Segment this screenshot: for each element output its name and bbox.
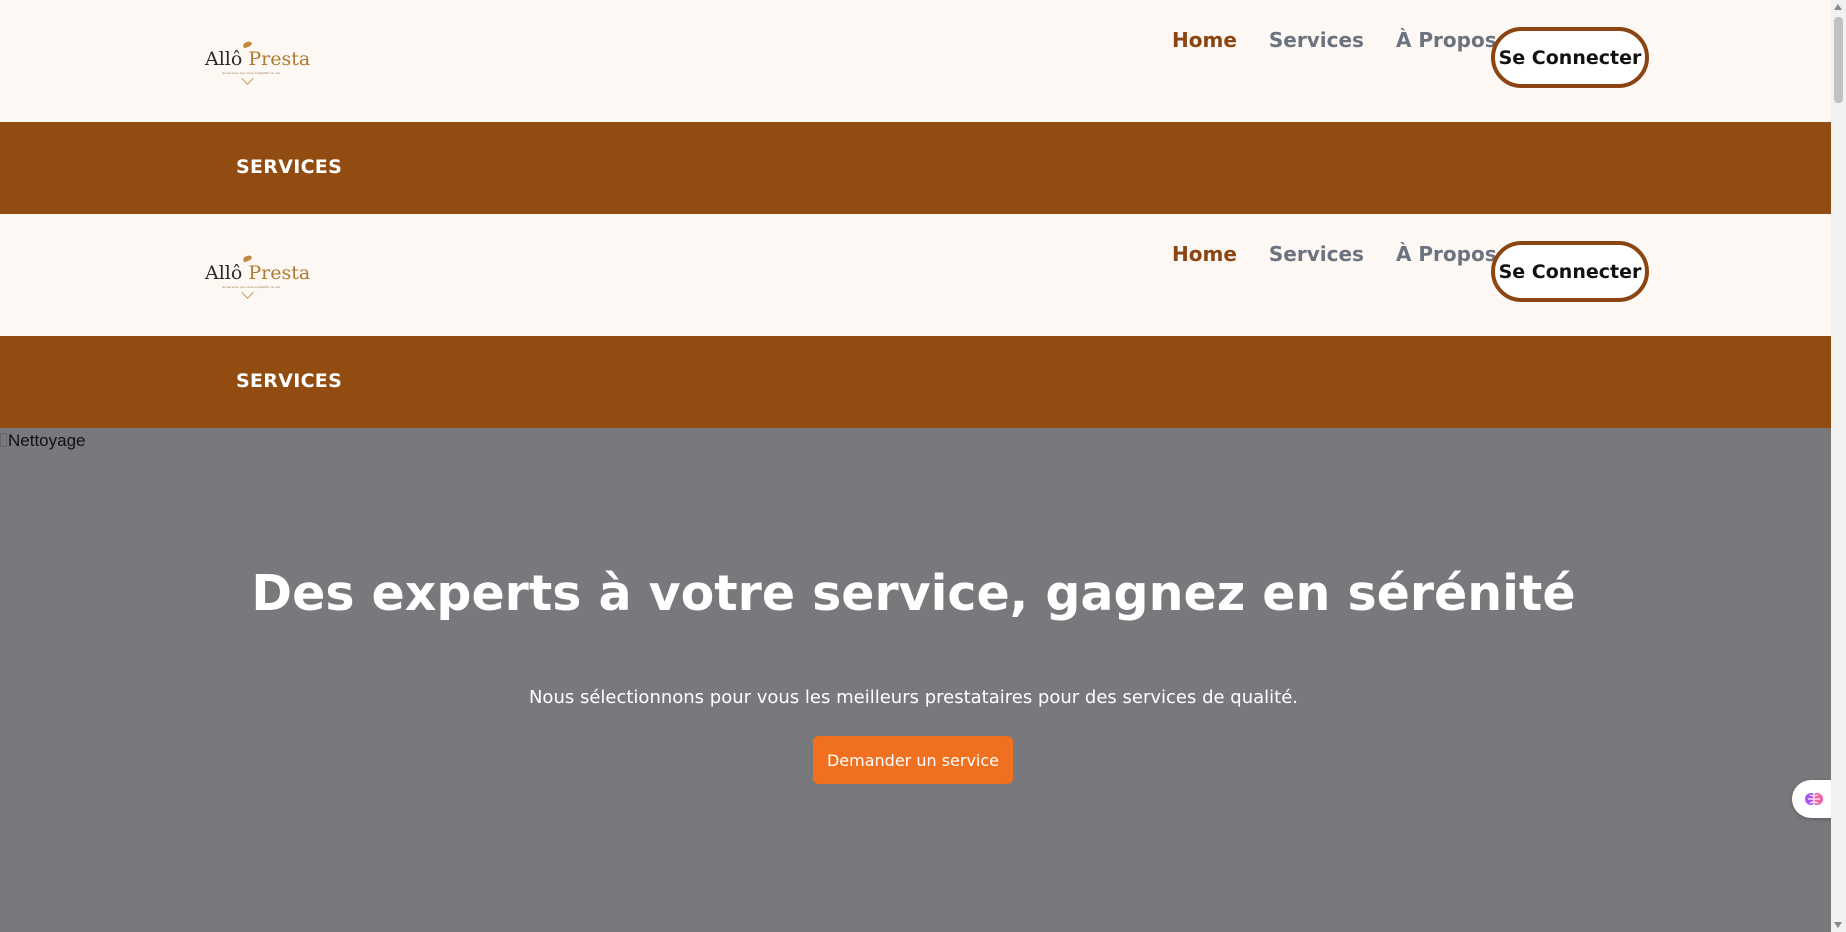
request-service-button[interactable]: Demander un service	[813, 736, 1013, 784]
main-nav: Home Services À Propos	[1172, 28, 1497, 52]
nav-services-link[interactable]: Services	[1269, 242, 1364, 266]
brain-icon	[1805, 793, 1823, 805]
login-button[interactable]: Se Connecter	[1491, 27, 1649, 88]
nav-about-link[interactable]: À Propos	[1396, 242, 1497, 266]
vertical-scrollbar[interactable]	[1831, 0, 1846, 932]
logo-wordmark: Allô Presta	[205, 48, 311, 70]
scrollbar-thumb[interactable]	[1834, 17, 1843, 103]
site-logo[interactable]: Allô Presta le service qui vous simplifi…	[205, 254, 310, 299]
scroll-down-icon[interactable]	[1834, 922, 1842, 928]
site-header-duplicate: Allô Presta le service qui vous simplifi…	[0, 214, 1831, 336]
services-band-title: SERVICES	[236, 156, 343, 178]
main-nav: Home Services À Propos	[1172, 242, 1497, 266]
scroll-up-icon[interactable]	[1834, 4, 1842, 10]
nav-about-link[interactable]: À Propos	[1396, 28, 1497, 52]
services-band: SERVICES	[0, 336, 1831, 428]
logo-tagline: le service qui vous simplifie la vie	[222, 285, 280, 289]
hero-subtitle: Nous sélectionnons pour vous les meilleu…	[528, 687, 1299, 708]
services-band: SERVICES	[0, 122, 1831, 214]
nav-home-link[interactable]: Home	[1172, 242, 1237, 266]
hero-image-alt: Nettoyage	[0, 431, 86, 451]
nav-services-link[interactable]: Services	[1269, 28, 1364, 52]
hero-section: Nettoyage Des experts à votre service, g…	[0, 428, 1831, 932]
logo-tagline: le service qui vous simplifie la vie	[222, 71, 280, 75]
login-button[interactable]: Se Connecter	[1491, 241, 1649, 302]
nav-home-link[interactable]: Home	[1172, 28, 1237, 52]
site-logo[interactable]: Allô Presta le service qui vous simplifi…	[205, 40, 310, 85]
hero-headline: Des experts à votre service, gagnez en s…	[251, 565, 1576, 622]
floating-assistant-button[interactable]	[1792, 780, 1831, 818]
page: Allô Presta le service qui vous simplifi…	[0, 0, 1831, 932]
broken-image-icon	[0, 433, 7, 447]
services-band-title: SERVICES	[236, 370, 343, 392]
site-header: Allô Presta le service qui vous simplifi…	[0, 0, 1831, 122]
logo-wordmark: Allô Presta	[205, 262, 311, 284]
